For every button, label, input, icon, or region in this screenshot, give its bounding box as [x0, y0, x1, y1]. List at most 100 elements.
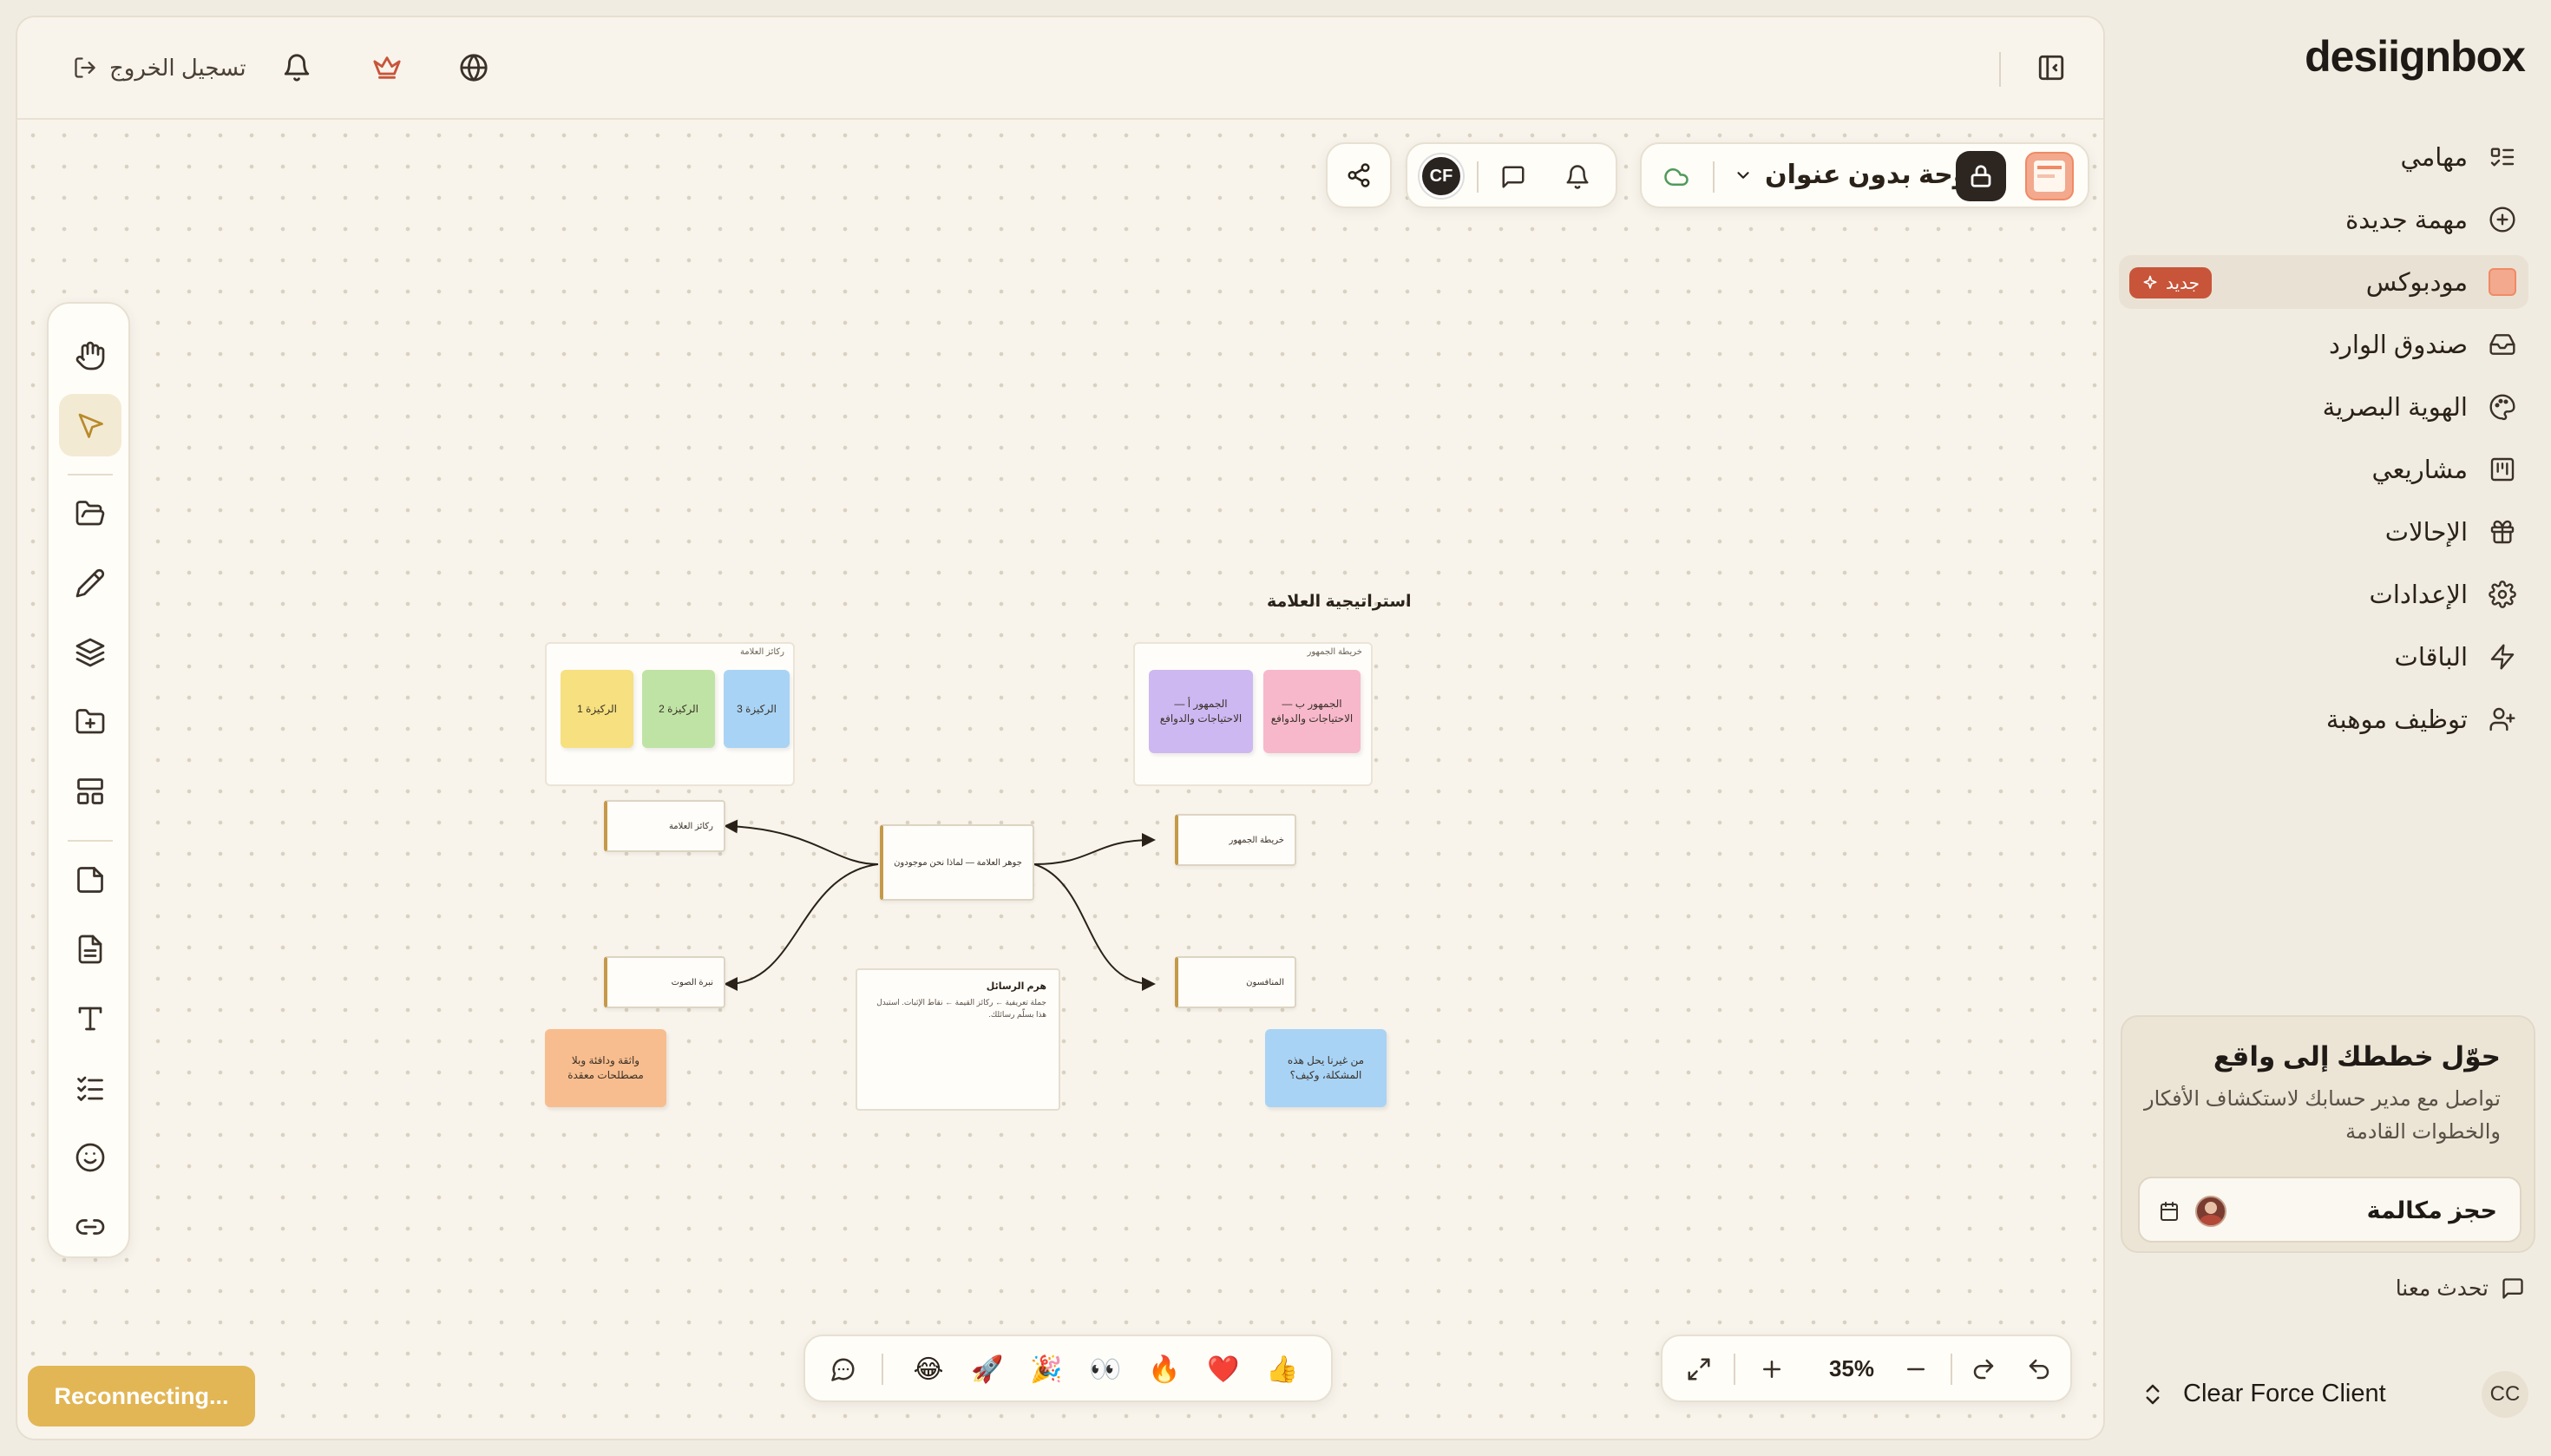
whiteboard-canvas[interactable]: استراتيجية العلامة ركائز العلامة الركيزة…: [17, 120, 2103, 1439]
reactions-divider: [882, 1354, 883, 1385]
reconnecting-status: Reconnecting...: [28, 1366, 255, 1426]
node-brand-core[interactable]: جوهر العلامة — لماذا نحن موجودون: [880, 824, 1034, 901]
reaction-rocket[interactable]: 🚀: [965, 1347, 1010, 1392]
client-avatar: CC: [2482, 1371, 2528, 1418]
reactions-bar: 😂 🚀 🎉 👀 🔥 ❤️ 👍: [803, 1335, 1333, 1402]
undo-icon[interactable]: [2018, 1348, 2060, 1390]
gear-icon: [2489, 580, 2516, 608]
sticky-pillar-3[interactable]: الركيزة 3: [724, 670, 790, 748]
share-icon: [1346, 162, 1372, 188]
chat-bubble-icon[interactable]: [823, 1348, 864, 1390]
globe-icon[interactable]: [453, 47, 495, 89]
reaction-heart[interactable]: ❤️: [1201, 1347, 1246, 1392]
new-badge: جديد: [2129, 267, 2212, 298]
reaction-laugh[interactable]: 😂: [906, 1347, 951, 1392]
frame-audience-map[interactable]: خريطة الجمهور الجمهور أ — الاحتياجات وال…: [1133, 642, 1373, 786]
zoom-in-icon[interactable]: [1751, 1348, 1793, 1390]
sidebar-item-new-task[interactable]: مهمة جديدة: [2119, 193, 2528, 246]
node-audience-map[interactable]: خريطة الجمهور: [1175, 814, 1296, 866]
sidebar-item-label: الهوية البصرية: [2322, 393, 2468, 422]
sticky-pillar-2[interactable]: الركيزة 2: [642, 670, 715, 748]
share-button[interactable]: [1326, 142, 1392, 208]
folder-icon[interactable]: [59, 482, 121, 545]
node-tone-of-voice[interactable]: نبرة الصوت: [604, 956, 725, 1008]
folder-plus-icon[interactable]: [59, 691, 121, 753]
board-bell-icon[interactable]: [1557, 156, 1598, 198]
sticky-pillar-1[interactable]: الركيزة 1: [561, 670, 633, 748]
layers-icon[interactable]: [59, 621, 121, 684]
reaction-fire[interactable]: 🔥: [1142, 1347, 1187, 1392]
sidebar-item-label: مهمة جديدة: [2345, 206, 2468, 234]
chevron-down-icon: [1734, 166, 1753, 185]
cloud-saved-icon: [1656, 156, 1697, 198]
sidebar-item-label: الباقات: [2394, 643, 2468, 672]
pill-divider: [1713, 161, 1715, 193]
link-icon[interactable]: [59, 1196, 121, 1258]
board-title-pill: لوحة بدون عنوان: [1640, 142, 2089, 208]
top-bar: تسجيل الخروج: [17, 17, 2103, 120]
collapse-sidebar-icon[interactable]: [2030, 47, 2072, 89]
emoji-icon[interactable]: [59, 1126, 121, 1189]
sticky-tone[interactable]: واثقة ودافئة وبلا مصطلحات معقدة: [545, 1029, 666, 1107]
moodbox-icon: [2489, 268, 2516, 296]
reaction-party[interactable]: 🎉: [1024, 1347, 1069, 1392]
chat-with-us-link[interactable]: تحدث معنا: [2396, 1276, 2525, 1302]
sidebar-item-hire-talent[interactable]: توظيف موهبة: [2119, 692, 2528, 746]
reaction-eyes[interactable]: 👀: [1083, 1347, 1128, 1392]
sticky-question[interactable]: من غيرنا يحل هذه المشكلة، وكيف؟: [1265, 1029, 1387, 1107]
sticky-audience-a[interactable]: الجمهور أ — الاحتياجات والدوافع: [1149, 670, 1253, 753]
hand-tool-icon[interactable]: [59, 325, 121, 387]
book-call-button[interactable]: حجز مكالمة: [2138, 1177, 2521, 1243]
sidebar-item-moodbox[interactable]: مودبوكس جديد: [2119, 255, 2528, 309]
connector-tone: [724, 863, 879, 991]
sticky-note-icon[interactable]: [59, 849, 121, 911]
inbox-icon: [2489, 331, 2516, 358]
sidebar-item-label: صندوق الوارد: [2328, 331, 2468, 359]
checklist-icon[interactable]: [59, 1057, 121, 1119]
card-message-pyramid[interactable]: هرم الرسائل جملة تعريفية ← ركائز القيمة …: [856, 968, 1060, 1111]
node-brand-pillars[interactable]: ركائز العلامة: [604, 800, 725, 852]
cta-text: تواصل مع مدير حسابك لاستكشاف الأفكار وال…: [2144, 1087, 2501, 1144]
connector-competitors: [1033, 863, 1156, 991]
redo-icon[interactable]: [1963, 1348, 2004, 1390]
logout-button[interactable]: تسجيل الخروج: [73, 52, 246, 83]
mindmap-connectors: [724, 819, 1156, 991]
templates-icon[interactable]: [59, 760, 121, 823]
sidebar-item-inbox[interactable]: صندوق الوارد: [2119, 318, 2528, 371]
client-switcher[interactable]: Clear Force Client CC: [2129, 1371, 2528, 1418]
zoom-out-icon[interactable]: [1895, 1348, 1937, 1390]
crown-icon[interactable]: [366, 47, 408, 89]
connector-audience: [1033, 833, 1156, 865]
sidebar-item-my-projects[interactable]: مشاريعي: [2119, 443, 2528, 496]
fit-screen-icon[interactable]: [1678, 1348, 1720, 1390]
node-competitors[interactable]: المنافسون: [1175, 956, 1296, 1008]
zoom-divider: [1951, 1354, 1952, 1385]
comment-icon[interactable]: [1492, 156, 1534, 198]
lock-icon: [1968, 163, 1994, 189]
sidebar-item-plans[interactable]: الباقات: [2119, 630, 2528, 684]
user-avatar[interactable]: CF: [1420, 154, 1463, 198]
notifications-bell-icon[interactable]: [276, 47, 318, 89]
sidebar-item-my-tasks[interactable]: مهامي: [2119, 130, 2528, 184]
sidebar-item-referrals[interactable]: الإحالات: [2119, 505, 2528, 559]
sidebar-item-visual-identity[interactable]: الهوية البصرية: [2119, 380, 2528, 434]
select-tool-icon[interactable]: [59, 394, 121, 456]
board-title-dropdown[interactable]: لوحة بدون عنوان: [1734, 160, 1979, 190]
projects-icon: [2489, 456, 2516, 483]
frame-brand-pillars[interactable]: ركائز العلامة الركيزة 1 الركيزة 2 الركيز…: [545, 642, 795, 786]
board-thumbnail[interactable]: [2025, 152, 2074, 200]
app-logo[interactable]: desiignbox: [2305, 31, 2526, 82]
board-panel: تسجيل الخروج استراتيجية العلامة ركائز ال…: [16, 16, 2105, 1440]
sidebar-item-settings[interactable]: الإعدادات: [2119, 567, 2528, 621]
document-icon[interactable]: [59, 918, 121, 981]
text-tool-icon[interactable]: [59, 987, 121, 1050]
zoom-controls: 35%: [1661, 1335, 2072, 1402]
sticky-audience-b[interactable]: الجمهور ب — الاحتياجات والدوافع: [1263, 670, 1361, 753]
lock-button[interactable]: [1956, 151, 2006, 201]
pill-divider: [1477, 161, 1479, 193]
client-name: Clear Force Client: [2183, 1380, 2386, 1407]
frame-title: ركائز العلامة: [739, 647, 784, 657]
topbar-divider: [1999, 52, 2001, 87]
pencil-icon[interactable]: [59, 552, 121, 614]
reaction-thumbs-up[interactable]: 👍: [1260, 1347, 1305, 1392]
